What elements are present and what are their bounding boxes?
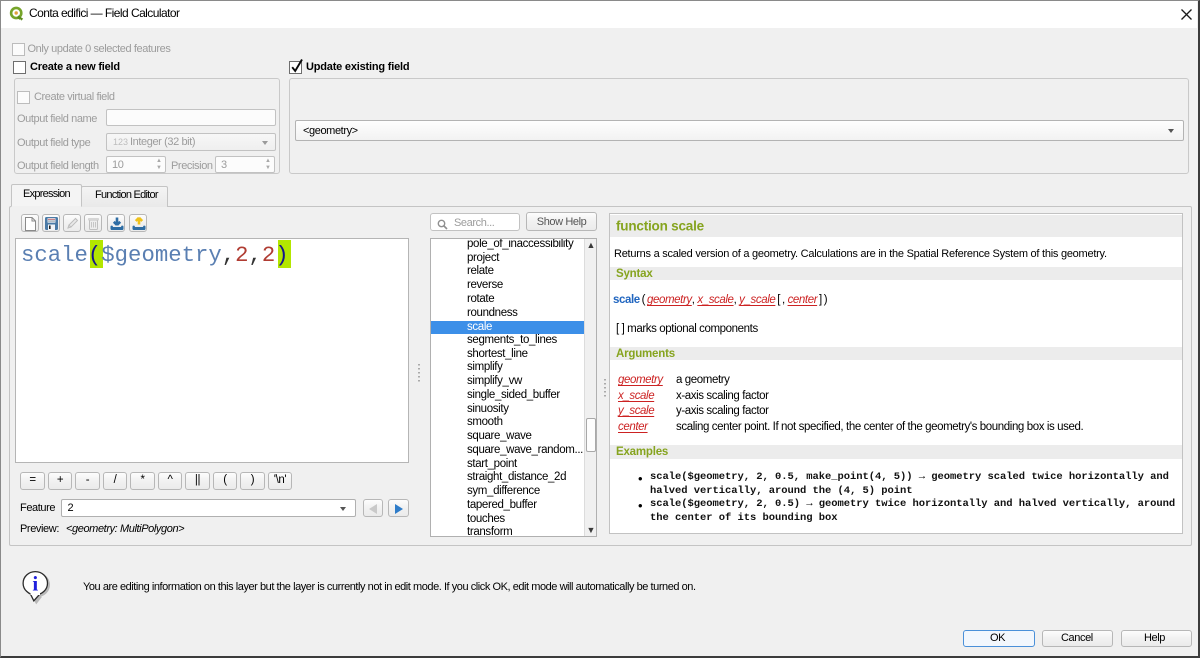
svg-text:i: i xyxy=(32,572,38,596)
